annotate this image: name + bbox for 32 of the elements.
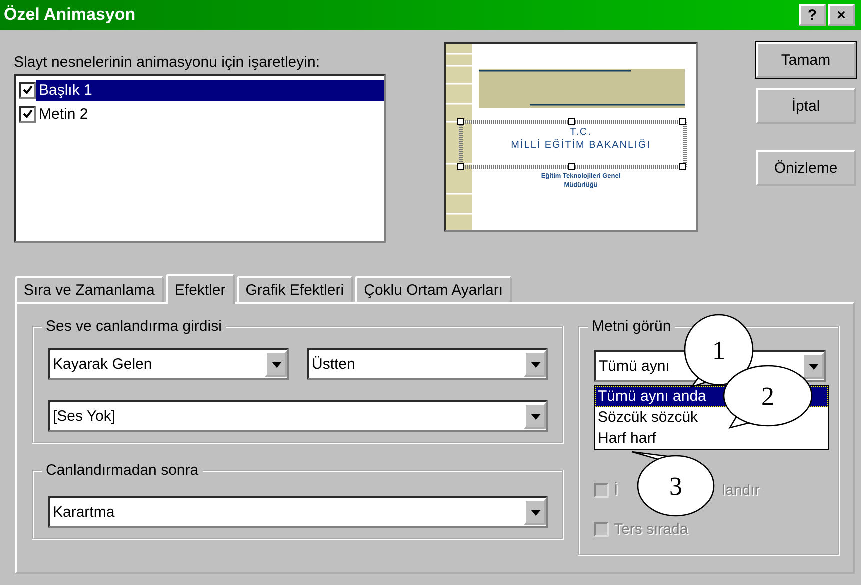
checkbox-label: landır: [722, 482, 760, 499]
dialog-button[interactable]: Tamam: [756, 42, 856, 78]
list-item[interactable]: Metin 2: [36, 104, 384, 124]
tab[interactable]: Efektler: [166, 274, 235, 304]
checkmark-icon: [22, 109, 32, 119]
close-button[interactable]: ×: [828, 4, 855, 26]
tab[interactable]: Grafik Efektleri: [236, 276, 354, 302]
slide-title: MİLLİ EĞİTİM BAKANLIĞI: [511, 139, 651, 152]
effect-dropdown[interactable]: Kayarak Gelen: [48, 348, 289, 380]
sound-dropdown[interactable]: [Ses Yok]: [48, 400, 548, 432]
checkbox[interactable]: [19, 106, 36, 122]
direction-dropdown[interactable]: Üstten: [307, 348, 548, 380]
window-title: Özel Animasyon: [4, 5, 136, 25]
checkbox-label: Ters sırada: [614, 521, 688, 538]
list-item[interactable]: Başlık 1: [36, 80, 384, 100]
checkbox[interactable]: [19, 82, 36, 98]
callout-tooltip: 1: [684, 314, 754, 388]
slide-title: T.C.: [570, 126, 592, 139]
help-button[interactable]: ?: [799, 4, 826, 26]
checkbox-label: İ: [614, 482, 618, 499]
menu-item[interactable]: Harf harf: [595, 428, 828, 449]
tab[interactable]: Sıra ve Zamanlama: [15, 276, 164, 302]
dialog-button[interactable]: Önizleme: [756, 150, 856, 186]
tab[interactable]: Çoklu Ortam Ayarları: [355, 276, 512, 302]
after-animation-dropdown[interactable]: Karartma: [48, 496, 548, 528]
dialog-button[interactable]: İptal: [756, 88, 856, 124]
objects-label: Slayt nesnelerinin animasyonu için işaretleyin:: [14, 54, 321, 71]
callout-tooltip: 2: [723, 365, 813, 430]
checkmark-icon: [22, 85, 32, 95]
callout-tooltip: 3: [631, 451, 715, 517]
group-title: Metni görün: [588, 318, 676, 335]
group-title: Ses ve canlandırma girdisi: [42, 318, 226, 335]
